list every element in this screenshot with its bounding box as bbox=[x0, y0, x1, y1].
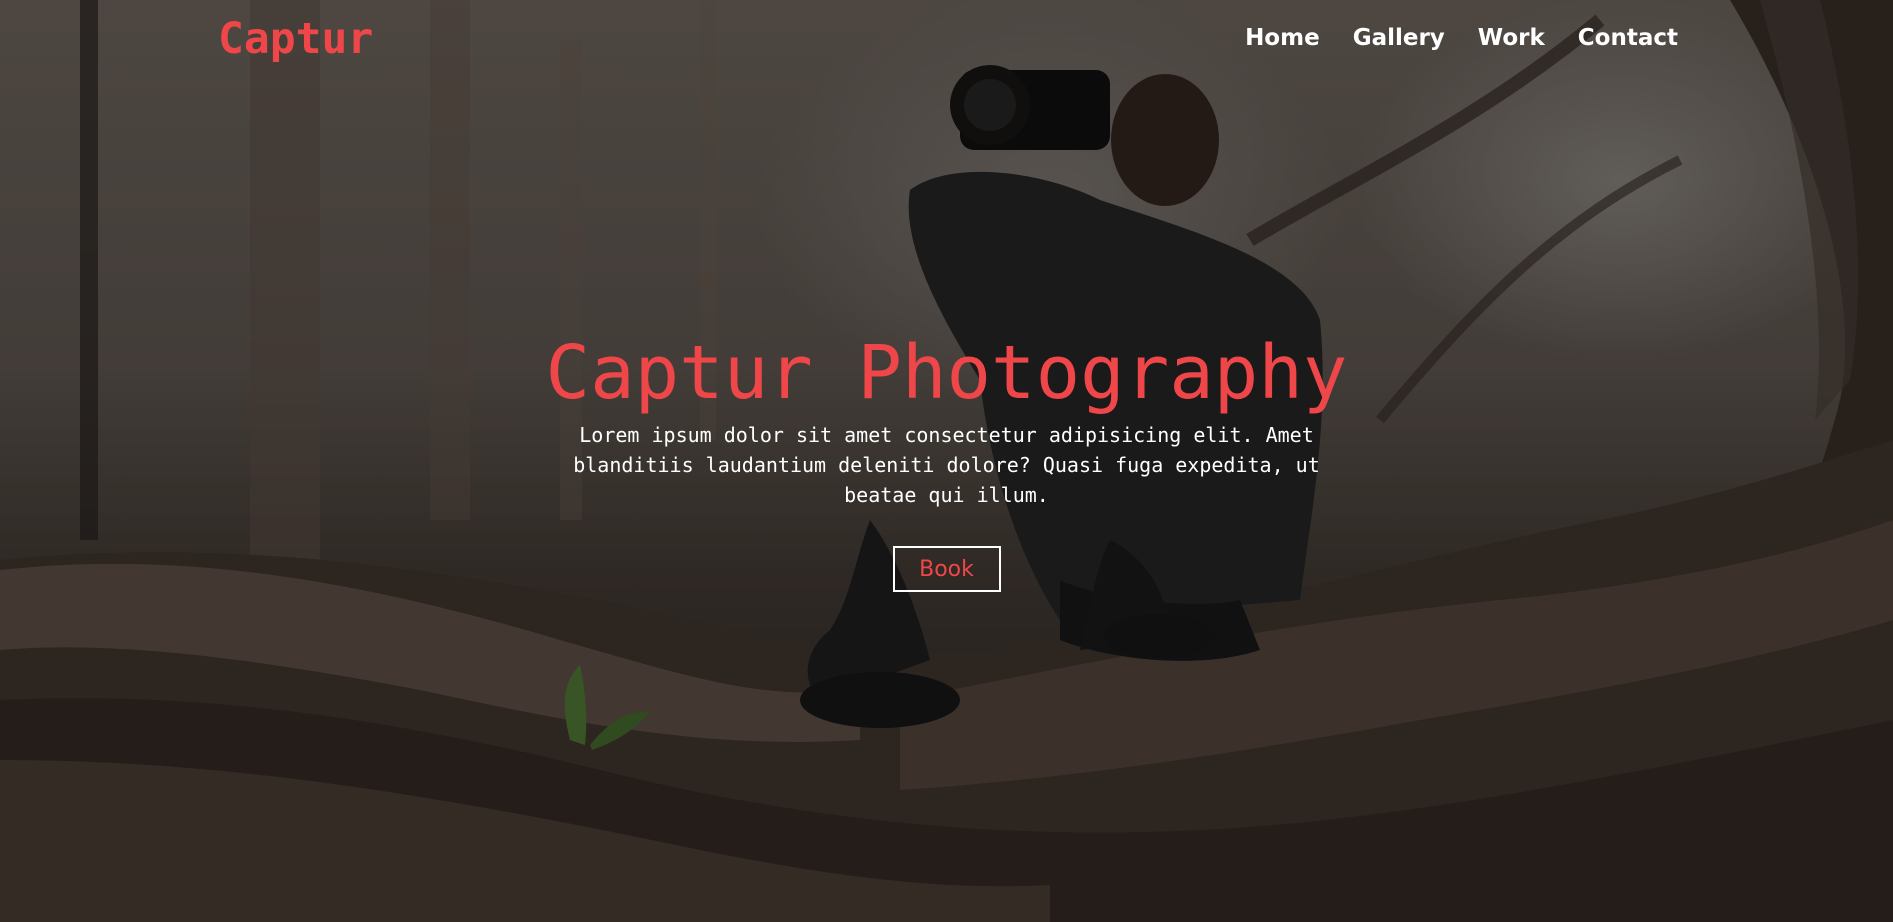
nav-link-home[interactable]: Home bbox=[1245, 25, 1320, 51]
top-navbar: Captur Home Gallery Work Contact bbox=[0, 0, 1893, 80]
nav-link-work[interactable]: Work bbox=[1478, 25, 1545, 51]
nav-links: Home Gallery Work Contact bbox=[1212, 25, 1678, 51]
hero-section: Captur Home Gallery Work Contact Captur … bbox=[0, 0, 1893, 922]
brand-logo[interactable]: Captur bbox=[218, 14, 373, 64]
nav-link-gallery[interactable]: Gallery bbox=[1353, 25, 1445, 51]
nav-link-contact[interactable]: Contact bbox=[1578, 25, 1678, 51]
hero-title: Captur Photography bbox=[545, 330, 1348, 416]
book-button[interactable]: Book bbox=[892, 546, 1001, 592]
hero-content: Captur Photography Lorem ipsum dolor sit… bbox=[0, 330, 1893, 592]
hero-description: Lorem ipsum dolor sit amet consectetur a… bbox=[573, 423, 1320, 507]
